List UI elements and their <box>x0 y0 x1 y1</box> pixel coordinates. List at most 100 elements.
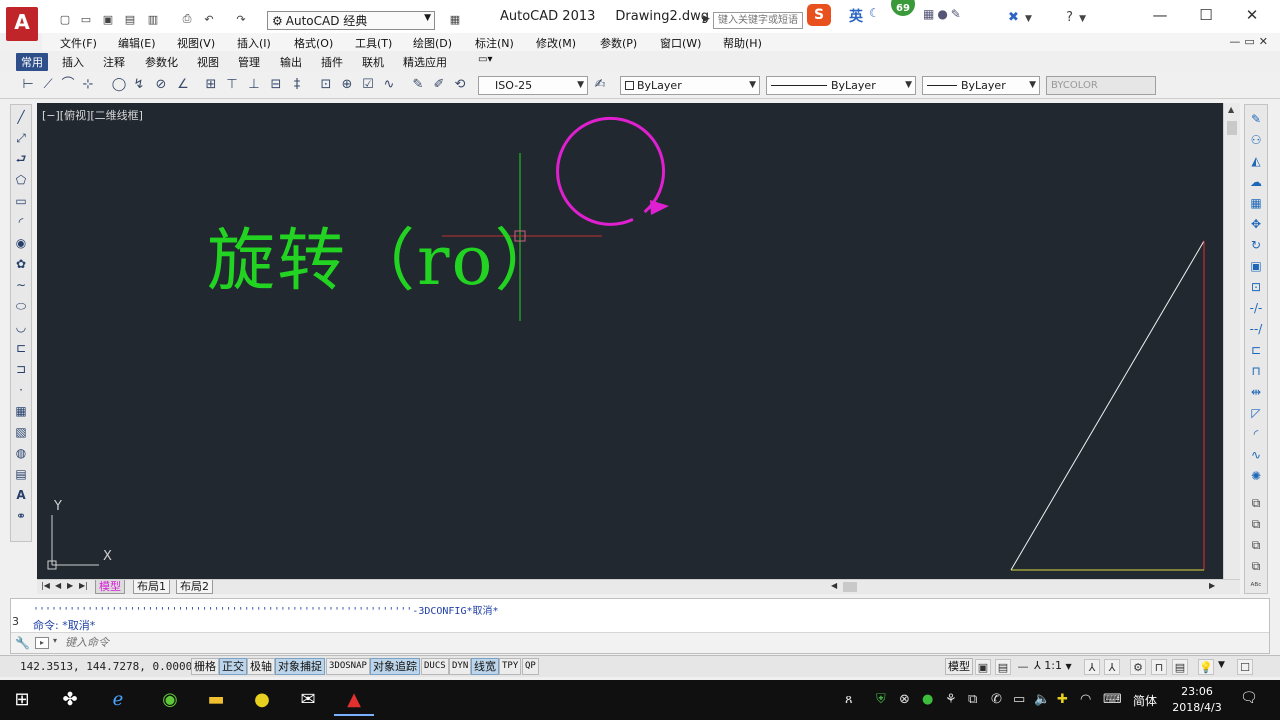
rotate-icon[interactable]: ↻ <box>1248 237 1264 253</box>
dim-update-icon[interactable]: ⟲ <box>452 77 468 93</box>
help-icon[interactable]: ? <box>1066 10 1073 25</box>
file-explorer-icon[interactable]: ▬ <box>196 684 236 716</box>
save-as-icon[interactable]: ▤ <box>121 10 139 28</box>
mail-icon[interactable]: ✉ <box>288 684 328 716</box>
menu-tools[interactable]: 工具(T) <box>355 35 392 51</box>
model-space-button[interactable]: 模型 <box>945 658 973 675</box>
diameter-dim-icon[interactable]: ⊘ <box>153 77 169 93</box>
scroll-up-icon[interactable]: ▲ <box>1228 105 1234 114</box>
menu-dimension[interactable]: 标注(N) <box>475 35 514 51</box>
tab-home[interactable]: 常用 <box>16 53 48 71</box>
region-icon[interactable]: ◍ <box>13 445 29 461</box>
polyline-icon[interactable]: ⮐ <box>13 151 29 167</box>
tab-parametric[interactable]: 参数化 <box>145 54 178 70</box>
tab-annotate[interactable]: 注释 <box>103 54 125 70</box>
make-block-icon[interactable]: ⊐ <box>13 361 29 377</box>
fan-app-icon[interactable]: ✤ <box>50 684 90 716</box>
tray-plus-icon[interactable]: ✚ <box>1057 692 1068 707</box>
quick-dim-icon[interactable]: ⊞ <box>203 77 219 93</box>
first-layout-icon[interactable]: |◀ <box>41 581 50 590</box>
rectangle-icon[interactable]: ▭ <box>13 193 29 209</box>
auto-scale-icon[interactable]: ⅄ <box>1104 659 1120 675</box>
horizontal-scrollbar[interactable]: ◀ ▶ <box>831 581 1217 593</box>
text-front-icon[interactable]: ᴬᴮᶜ <box>1248 579 1264 595</box>
ie-browser-icon[interactable]: ℯ <box>98 684 138 716</box>
menu-window[interactable]: 窗口(W) <box>660 35 701 51</box>
vertical-scrollbar[interactable]: ▲ <box>1223 103 1240 579</box>
lineweight-toggle[interactable]: 线宽 <box>471 658 499 675</box>
tab-model[interactable]: 模型 <box>95 580 125 594</box>
copy-icon[interactable]: ⚇ <box>1248 132 1264 148</box>
add-selected-icon[interactable]: ⚭ <box>13 508 29 524</box>
chamfer-icon[interactable]: ◸ <box>1248 405 1264 421</box>
menu-help[interactable]: 帮助(H) <box>723 35 762 51</box>
chevron-down-icon[interactable]: ▼ <box>1025 14 1032 24</box>
dim-style-dropdown[interactable]: ISO-25 ▼ <box>478 76 588 95</box>
explode-icon[interactable]: ✺ <box>1248 468 1264 484</box>
revision-cloud-icon[interactable]: ✿ <box>13 256 29 272</box>
horizontal-scroll-thumb[interactable] <box>843 582 857 592</box>
line-icon[interactable]: ╱ <box>13 109 29 125</box>
close-button[interactable]: ✕ <box>1240 6 1264 26</box>
menu-parametric[interactable]: 参数(P) <box>600 35 637 51</box>
ellipse-arc-icon[interactable]: ◡ <box>13 319 29 335</box>
menu-view[interactable]: 视图(V) <box>177 35 215 51</box>
spline-icon[interactable]: ∼ <box>13 277 29 293</box>
chevron-down-icon[interactable]: ▾ <box>53 636 57 645</box>
arc-length-icon[interactable]: ⌒ <box>60 77 76 93</box>
search-input[interactable] <box>713 12 803 29</box>
extend-icon[interactable]: --/ <box>1248 321 1264 337</box>
break-icon[interactable]: ⊓ <box>1248 363 1264 379</box>
send-back-icon[interactable]: ⧉ <box>1248 537 1264 553</box>
quick-view-drawings-icon[interactable]: ▤ <box>995 659 1011 675</box>
vertical-scroll-thumb[interactable] <box>1227 121 1237 135</box>
scale-icon[interactable]: ▣ <box>1248 258 1264 274</box>
plot-preview-icon[interactable]: ▥ <box>144 10 162 28</box>
tab-online[interactable]: 联机 <box>362 54 384 70</box>
table-icon[interactable]: ▤ <box>13 466 29 482</box>
open-file-icon[interactable]: ▭ <box>77 10 95 28</box>
menu-draw[interactable]: 绘图(D) <box>413 35 452 51</box>
aligned-dim-icon[interactable]: ⟋ <box>40 77 56 93</box>
drawing-canvas[interactable]: [−][俯视][二维线框] 旋转（ro） Y X <box>37 103 1223 579</box>
dyn-toggle[interactable]: DYN <box>449 658 472 675</box>
tolerance-icon[interactable]: ⊡ <box>318 77 334 93</box>
inspect-icon[interactable]: ☑ <box>360 77 376 93</box>
tray-app-icon[interactable]: ⊗ <box>899 692 910 707</box>
new-file-icon[interactable]: ▢ <box>56 10 74 28</box>
scroll-right-icon[interactable]: ▶ <box>1209 581 1215 590</box>
tab-plugins[interactable]: 插件 <box>321 54 343 70</box>
tray-input-language[interactable]: 简体 <box>1133 692 1157 709</box>
tab-view[interactable]: 视图 <box>197 54 219 70</box>
media-app-icon[interactable]: ● <box>242 684 282 716</box>
arc-icon[interactable]: ◜ <box>13 214 29 230</box>
command-input[interactable] <box>65 635 665 651</box>
ordinate-dim-icon[interactable]: ⊹ <box>80 77 96 93</box>
scroll-left-icon[interactable]: ◀ <box>831 581 837 590</box>
baseline-dim-icon[interactable]: ⊤ <box>224 77 240 93</box>
lineweight-dropdown[interactable]: ByLayer ▼ <box>922 76 1040 95</box>
jogged-linear-icon[interactable]: ∿ <box>381 77 397 93</box>
polygon-icon[interactable]: ⬠ <box>13 172 29 188</box>
dim-text-edit-icon[interactable]: ✐ <box>431 77 447 93</box>
radius-dim-icon[interactable]: ◯ <box>111 77 127 93</box>
clean-screen-icon[interactable]: ☐ <box>1237 659 1253 675</box>
tab-output[interactable]: 输出 <box>280 54 302 70</box>
array-icon[interactable]: ▦ <box>1248 195 1264 211</box>
polar-toggle[interactable]: 极轴 <box>247 658 275 675</box>
ribbon-minimize-icon[interactable]: ▭▾ <box>478 54 492 65</box>
viewport-controls-label[interactable]: [−][俯视][二维线框] <box>42 107 143 123</box>
taskbar-clock[interactable]: 23:06 2018/4/3 <box>1172 684 1222 716</box>
dim-edit-icon[interactable]: ✎ <box>410 77 426 93</box>
keyboard-icon[interactable]: ⌨ <box>1103 692 1122 707</box>
search-expand-icon[interactable]: ▶ <box>703 14 710 24</box>
tab-insert[interactable]: 插入 <box>62 54 84 70</box>
linear-dim-icon[interactable]: ⊢ <box>20 77 36 93</box>
ellipse-icon[interactable]: ⬭ <box>13 298 29 314</box>
ortho-toggle[interactable]: 正交 <box>219 658 247 675</box>
minimize-button[interactable]: — <box>1148 6 1172 26</box>
erase-icon[interactable]: ✎ <box>1248 111 1264 127</box>
sogou-ime-icon[interactable]: S <box>807 4 831 26</box>
tpy-toggle[interactable]: TPY <box>499 658 522 675</box>
security-shield-icon[interactable]: ⛨ <box>876 692 886 707</box>
